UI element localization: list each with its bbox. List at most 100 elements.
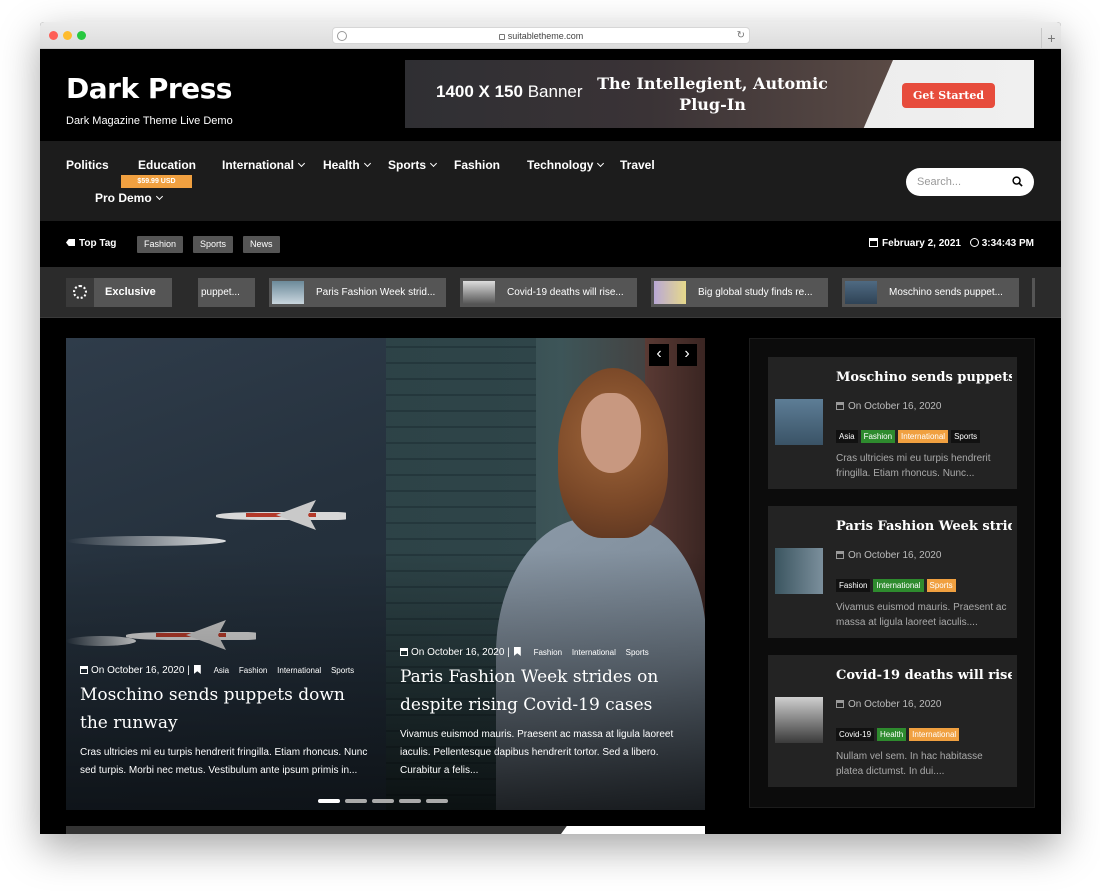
- category-link[interactable]: Fashion: [534, 648, 562, 657]
- zoom-window-icon[interactable]: [77, 31, 86, 40]
- post-excerpt: Cras ultricies mi eu turpis hendrerit fr…: [836, 453, 991, 479]
- post-title[interactable]: Paris Fashion Week strid...: [836, 519, 1012, 534]
- ticker-item[interactable]: Paris Fashion Week strid...: [269, 278, 446, 307]
- post-thumbnail[interactable]: [775, 697, 823, 743]
- main-navigation: Politics Education $59.99 USD Internatio…: [40, 141, 1061, 221]
- category-link[interactable]: Sports: [331, 666, 354, 675]
- address-bar[interactable]: suitabletheme.com ↻: [332, 27, 750, 44]
- nav-item-technology[interactable]: Technology: [527, 158, 605, 172]
- search-icon[interactable]: [1012, 176, 1023, 187]
- calendar-icon: [836, 402, 844, 410]
- covid-thumbnail: [463, 281, 495, 304]
- nav-item-health[interactable]: Health: [323, 158, 371, 172]
- post-date: On October 16, 2020: [836, 550, 941, 561]
- category-badge[interactable]: International: [873, 579, 924, 592]
- post-date: On October 16, 2020: [836, 699, 941, 710]
- ticker-item[interactable]: puppet...: [198, 278, 255, 307]
- category-link[interactable]: Asia: [214, 666, 230, 675]
- category-badge[interactable]: Sports: [926, 579, 956, 592]
- category-badge[interactable]: Sports: [951, 430, 981, 443]
- sidebar-post-card[interactable]: Paris Fashion Week strid... On October 1…: [768, 506, 1017, 638]
- slider-dot[interactable]: [372, 799, 394, 803]
- post-thumbnail[interactable]: [775, 548, 823, 594]
- calendar-icon: [836, 551, 844, 559]
- top-tag-label: Top Tag: [66, 238, 116, 249]
- slide-title[interactable]: Paris Fashion Week strides on despite ri…: [400, 663, 700, 719]
- site-tagline: Dark Magazine Theme Live Demo: [66, 115, 233, 127]
- current-date: February 2, 2021: [882, 238, 961, 249]
- nav-item-pro-demo[interactable]: Pro Demo: [95, 191, 163, 205]
- banner-size-text: 1400 X 150 Banner: [436, 82, 583, 101]
- sidebar-post-card[interactable]: Moschino sends puppets ... On October 16…: [768, 357, 1017, 489]
- category-link[interactable]: Fashion: [239, 666, 267, 675]
- category-badge[interactable]: Fashion: [860, 430, 896, 443]
- browser-window: suitabletheme.com ↻ + Dark Press Dark Ma…: [40, 22, 1061, 834]
- ticker-item[interactable]: Big global study finds re...: [651, 278, 828, 307]
- nav-item-travel[interactable]: Travel: [620, 158, 655, 172]
- slide-card[interactable]: On October 16, 2020 | Asia Fashion Inter…: [66, 338, 386, 810]
- banner-headline: The Intellegient, Automic Plug-In: [597, 74, 828, 114]
- search-input[interactable]: [917, 174, 1007, 190]
- nav-item-fashion[interactable]: Fashion: [454, 158, 500, 172]
- header-banner-ad[interactable]: 1400 X 150 Banner The Intellegient, Auto…: [405, 60, 1034, 128]
- chevron-down-icon: [155, 192, 163, 201]
- ticker-item[interactable]: Covid-19 deaths will rise...: [460, 278, 637, 307]
- chevron-down-icon: [297, 159, 306, 168]
- slider-dot[interactable]: [399, 799, 421, 803]
- tag-chip-sports[interactable]: Sports: [193, 236, 234, 253]
- get-started-button[interactable]: Get Started: [902, 83, 995, 108]
- search-box: [906, 168, 1034, 196]
- category-badge[interactable]: International: [898, 430, 949, 443]
- clock-icon: [969, 238, 979, 247]
- ticker-item[interactable]: Moschino sends puppet...: [842, 278, 1019, 307]
- slider-dot[interactable]: [345, 799, 367, 803]
- smoke-trail: [66, 536, 226, 546]
- new-tab-button[interactable]: +: [1041, 28, 1061, 49]
- category-badge[interactable]: Health: [877, 728, 907, 741]
- category-badge[interactable]: International: [909, 728, 960, 741]
- slide-title[interactable]: Moschino sends puppets down the runway: [80, 681, 370, 737]
- nav-item-international[interactable]: International: [222, 158, 306, 172]
- site-logo[interactable]: Dark Press: [66, 72, 232, 105]
- nav-item-sports[interactable]: Sports: [388, 158, 438, 172]
- slide-excerpt: Cras ultricies mi eu turpis hendrerit fr…: [80, 747, 368, 776]
- post-title[interactable]: Moschino sends puppets ...: [836, 370, 1012, 385]
- nav-item-politics[interactable]: Politics: [66, 158, 109, 172]
- slider-next-button[interactable]: ›: [677, 344, 697, 366]
- reload-icon[interactable]: ↻: [737, 30, 745, 42]
- close-window-icon[interactable]: [49, 31, 58, 40]
- slide-excerpt: Vivamus euismod mauris. Praesent ac mass…: [400, 729, 674, 776]
- next-section-preview: [66, 826, 705, 834]
- ticker-item[interactable]: [1032, 278, 1035, 307]
- tag-chip-fashion[interactable]: Fashion: [137, 236, 184, 253]
- post-date: On October 16, 2020: [836, 401, 941, 412]
- main-content: On October 16, 2020 | Asia Fashion Inter…: [40, 318, 1061, 834]
- date-time: February 2, 2021 3:34:43 PM: [869, 238, 1034, 249]
- post-thumbnail[interactable]: [775, 399, 823, 445]
- category-link[interactable]: International: [572, 648, 616, 657]
- chevron-down-icon: [597, 159, 605, 168]
- category-badge[interactable]: Covid-19: [836, 728, 875, 741]
- category-badge[interactable]: Asia: [836, 430, 858, 443]
- slider-dot[interactable]: [318, 799, 340, 803]
- slider-dot[interactable]: [426, 799, 448, 803]
- category-badge[interactable]: Fashion: [836, 579, 871, 592]
- post-title[interactable]: Covid-19 deaths will rise...: [836, 668, 1012, 683]
- exclusive-label: Exclusive: [66, 278, 172, 307]
- slider-prev-button[interactable]: ‹: [649, 344, 669, 366]
- jet-image: [216, 500, 386, 530]
- category-link[interactable]: Sports: [626, 648, 649, 657]
- slide-meta: On October 16, 2020 | Asia Fashion Inter…: [80, 665, 354, 676]
- post-excerpt: Vivamus euismod mauris. Praesent ac mass…: [836, 602, 1007, 628]
- chevron-down-icon: [363, 159, 371, 168]
- bookmark-icon: [513, 647, 521, 656]
- featured-slider: On October 16, 2020 | Asia Fashion Inter…: [66, 338, 705, 810]
- category-link[interactable]: International: [277, 666, 321, 675]
- tag-chip-news[interactable]: News: [243, 236, 280, 253]
- minimize-window-icon[interactable]: [63, 31, 72, 40]
- sidebar-post-card[interactable]: Covid-19 deaths will rise... On October …: [768, 655, 1017, 787]
- post-excerpt: Nullam vel sem. In hac habitasse platea …: [836, 751, 983, 777]
- slide-card[interactable]: On October 16, 2020 | Fashion Internatio…: [386, 338, 705, 810]
- nav-item-education[interactable]: Education: [138, 158, 196, 172]
- privacy-icon[interactable]: [337, 31, 347, 41]
